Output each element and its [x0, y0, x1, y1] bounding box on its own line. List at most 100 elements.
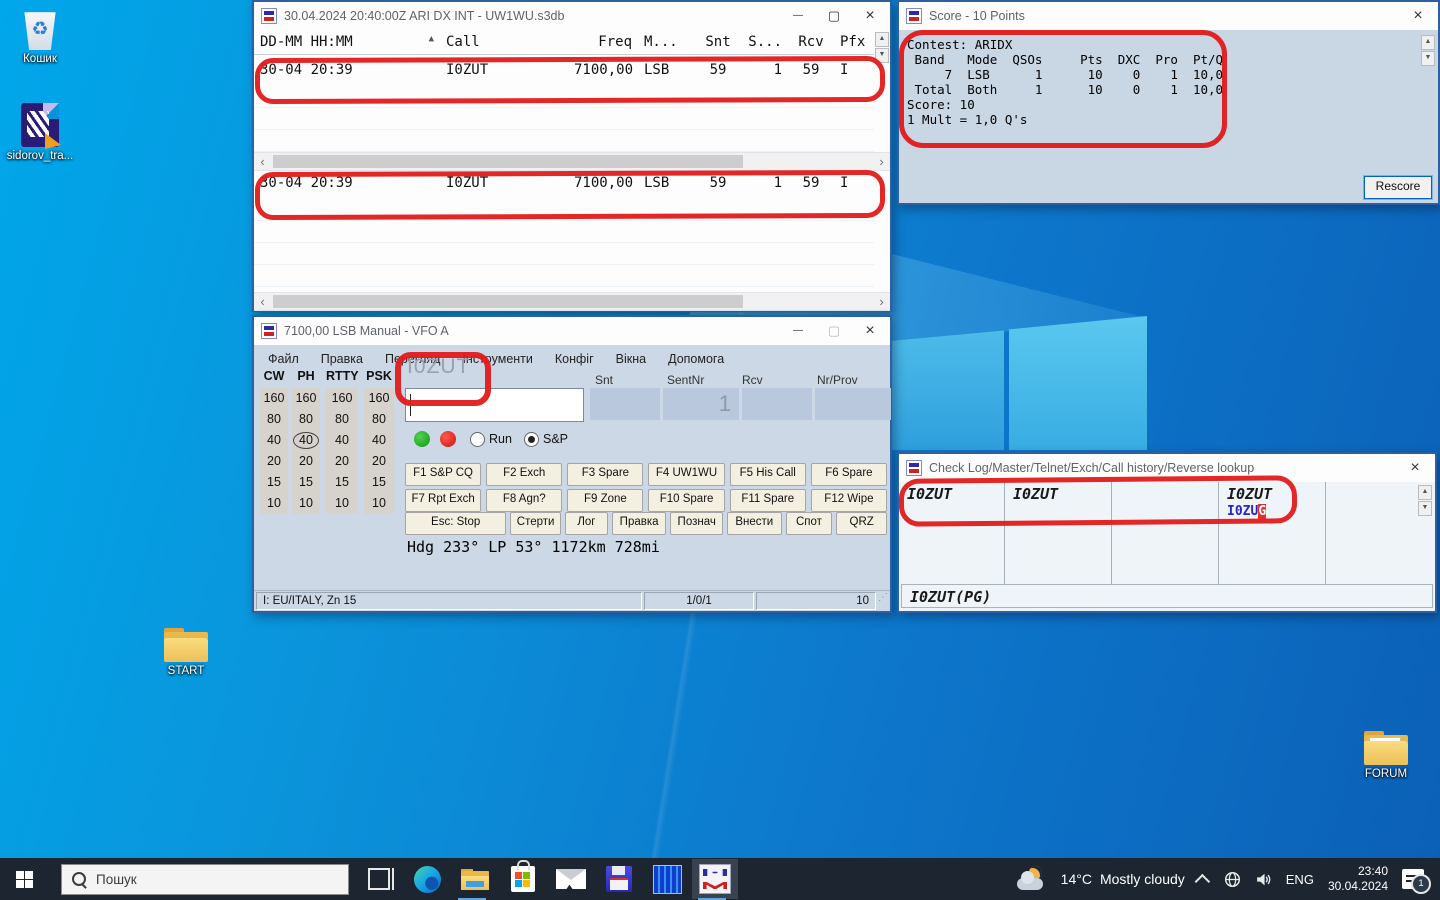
store-button[interactable]: Внести — [727, 512, 782, 535]
start-button[interactable] — [0, 858, 48, 900]
qrz-button[interactable]: QRZ — [836, 512, 887, 535]
desktop-icon-forum-folder[interactable]: FORUM — [1348, 731, 1424, 780]
taskbar-clock[interactable]: 23:40 30.04.2024 — [1328, 864, 1388, 894]
fkey-button[interactable]: F11 Spare — [730, 489, 806, 512]
check-column-reverse[interactable] — [1326, 482, 1419, 585]
log-horizontal-scrollbar-top[interactable]: ‹ › — [254, 152, 890, 171]
sp-radio[interactable] — [524, 432, 539, 447]
menu-help[interactable]: Допомога — [668, 352, 724, 366]
language-indicator[interactable]: ENG — [1286, 872, 1314, 887]
band-item[interactable]: 40 — [260, 430, 288, 451]
scroll-down-icon[interactable]: ▼ — [1421, 51, 1435, 66]
log-column-header[interactable]: Call — [440, 30, 568, 55]
band-column-psk[interactable]: 160 80 40 20 15 10 — [364, 388, 394, 514]
check-column-master[interactable]: I0ZUT — [1005, 482, 1112, 585]
scroll-right-icon[interactable]: › — [873, 294, 890, 309]
desktop-icon-start-folder[interactable]: START — [148, 628, 224, 677]
log-column-header[interactable]: Snt — [694, 30, 742, 55]
scroll-right-icon[interactable]: › — [873, 154, 890, 169]
menu-windows[interactable]: Вікна — [616, 352, 646, 366]
taskbar-store[interactable] — [499, 858, 547, 900]
scroll-left-icon[interactable]: ‹ — [254, 154, 271, 169]
log-column-header[interactable]: Pfx — [834, 30, 874, 55]
band-column-ph[interactable]: 160 80 40 20 15 10 — [292, 388, 320, 514]
log-window-titlebar[interactable]: 30.04.2024 20:40:00Z ARI DX INT - UW1WU.… — [254, 2, 890, 30]
taskbar-edge[interactable] — [403, 858, 451, 900]
band-item[interactable]: 80 — [326, 409, 358, 430]
fkey-button[interactable]: F8 Agn? — [486, 489, 562, 512]
fkey-button[interactable]: F12 Wipe — [811, 489, 887, 512]
band-item[interactable]: 15 — [260, 472, 288, 493]
band-item[interactable]: 10 — [364, 493, 394, 514]
check-column-callhistory[interactable]: I0ZUT I0ZUG — [1219, 482, 1326, 585]
mode-header-cw[interactable]: CW — [260, 369, 288, 383]
band-item-selected[interactable]: 40 — [292, 430, 320, 451]
edit-button[interactable]: Правка — [612, 512, 667, 535]
fkey-button[interactable]: F2 Exch — [486, 463, 562, 486]
check-column-telnet[interactable] — [1112, 482, 1219, 585]
weather-widget[interactable]: 14°C Mostly cloudy — [1061, 871, 1185, 887]
scroll-up-icon[interactable]: ▲ — [1418, 485, 1432, 500]
taskbar-floppy-app[interactable] — [595, 858, 643, 900]
band-item[interactable]: 10 — [326, 493, 358, 514]
check-scrollbar[interactable]: ▲ ▼ — [1418, 485, 1432, 516]
band-item[interactable]: 160 — [326, 388, 358, 409]
maximize-button[interactable]: ▢ — [816, 318, 852, 344]
desktop-icon-recycle-bin[interactable]: ♻ Кошик — [2, 8, 78, 65]
band-item[interactable]: 15 — [292, 472, 320, 493]
action-center-icon[interactable]: 1 — [1402, 869, 1424, 889]
band-item[interactable]: 80 — [292, 409, 320, 430]
scroll-up-icon[interactable]: ▲ — [875, 32, 889, 47]
sp-radio-label[interactable]: S&P — [543, 432, 568, 446]
band-item[interactable]: 160 — [292, 388, 320, 409]
scrollbar-thumb[interactable] — [273, 295, 743, 308]
sentnr-field[interactable]: 1 — [663, 388, 739, 420]
band-item[interactable]: 20 — [292, 451, 320, 472]
fkey-button[interactable]: F6 Spare — [811, 463, 887, 486]
entry-window-titlebar[interactable]: 7100,00 LSB Manual - VFO A — ▢ × — [254, 317, 890, 345]
log-vertical-scrollbar[interactable]: ▲ ▼ — [875, 32, 889, 63]
desktop-icon-sidorov-file[interactable]: sidorov_tra... — [2, 103, 78, 162]
resize-grip-icon[interactable]: ⋰ — [878, 592, 888, 610]
band-item[interactable]: 80 — [364, 409, 394, 430]
log-qso-row-pane2[interactable]: 30-04 20:39 I0ZUT 7100,00 LSB 59 1 59 I — [254, 171, 874, 195]
run-radio[interactable] — [470, 432, 485, 447]
fkey-button[interactable]: F5 His Call — [730, 463, 806, 486]
fkey-button[interactable]: F1 S&P CQ — [405, 463, 481, 486]
check-call-suggestion[interactable]: I0ZUG — [1227, 504, 1317, 519]
network-globe-icon[interactable] — [1224, 871, 1241, 888]
band-item[interactable]: 15 — [364, 472, 394, 493]
scroll-up-icon[interactable]: ▲ — [1421, 35, 1435, 50]
fkey-button[interactable]: F10 Spare — [648, 489, 724, 512]
taskbar-search[interactable] — [61, 864, 349, 895]
band-item[interactable]: 20 — [364, 451, 394, 472]
log-qso-row[interactable]: 30-04 20:39 I0ZUT 7100,00 LSB 59 1 59 I — [254, 58, 874, 82]
log-column-header[interactable]: M... — [638, 30, 694, 55]
fkey-button[interactable]: F9 Zone — [567, 489, 643, 512]
speaker-icon[interactable] — [1255, 871, 1272, 888]
minimize-button[interactable]: — — [780, 318, 816, 344]
band-item[interactable]: 80 — [260, 409, 288, 430]
run-radio-label[interactable]: Run — [489, 432, 512, 446]
log-column-header[interactable]: S... — [742, 30, 788, 55]
mark-button[interactable]: Познач — [670, 512, 723, 535]
score-scrollbar[interactable]: ▲ ▼ — [1421, 35, 1435, 66]
rescore-button[interactable]: Rescore — [1364, 176, 1432, 199]
band-item[interactable]: 20 — [326, 451, 358, 472]
spot-button[interactable]: Спот — [786, 512, 833, 535]
snt-field[interactable] — [590, 388, 660, 420]
scrollbar-thumb[interactable] — [273, 155, 743, 168]
taskbar-mail[interactable] — [547, 858, 595, 900]
band-item[interactable]: 40 — [326, 430, 358, 451]
check-window-titlebar[interactable]: Check Log/Master/Telnet/Exch/Call histor… — [899, 454, 1435, 482]
scroll-left-icon[interactable]: ‹ — [254, 294, 271, 309]
rcv-field[interactable] — [742, 388, 812, 420]
task-view-button[interactable] — [355, 858, 403, 900]
fkey-button[interactable]: F4 UW1WU — [648, 463, 724, 486]
search-input[interactable] — [94, 871, 298, 888]
close-button[interactable]: × — [1400, 3, 1436, 29]
callsign-input[interactable] — [405, 388, 584, 422]
fkey-button[interactable]: F7 Rpt Exch — [405, 489, 481, 512]
close-button[interactable]: × — [852, 318, 888, 344]
log-column-header[interactable]: Rcv — [788, 30, 834, 55]
